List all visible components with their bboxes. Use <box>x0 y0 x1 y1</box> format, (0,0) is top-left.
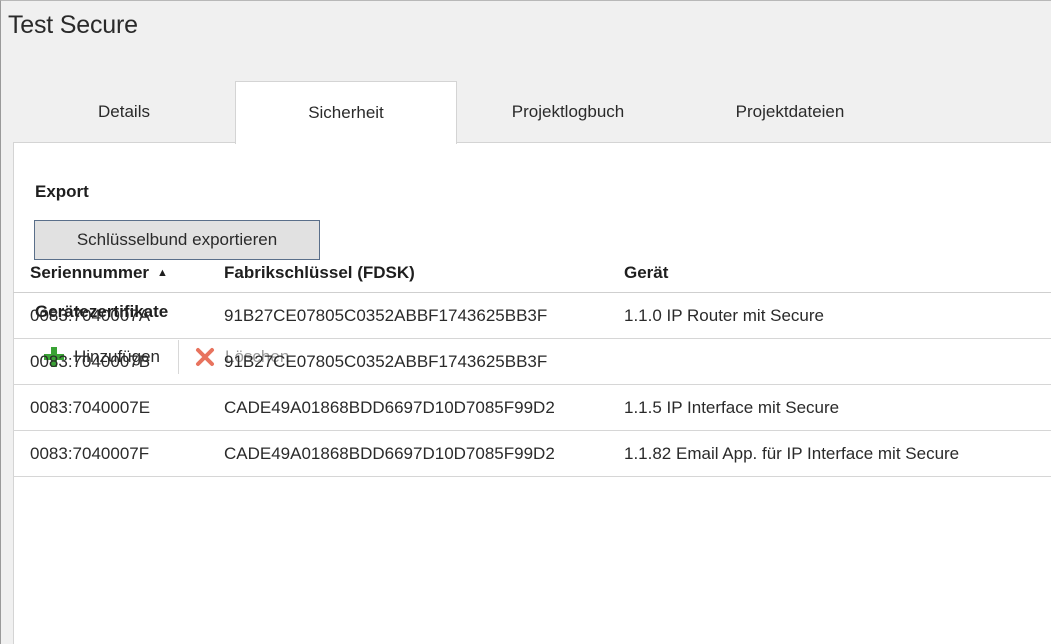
cell-device: 1.1.82 Email App. für IP Interface mit S… <box>624 444 960 463</box>
cell-device: 1.1.5 IP Interface mit Secure <box>624 398 840 417</box>
cell-serial: 0083:7040007A <box>30 306 151 325</box>
column-header-device[interactable]: Gerät <box>624 263 668 283</box>
cell-serial: 0083:7040007F <box>30 444 150 463</box>
table-row[interactable]: 0083:7040007F CADE49A01868BDD6697D10D708… <box>13 431 1051 477</box>
export-heading: Export <box>35 182 89 201</box>
cell-device: 1.1.0 IP Router mit Secure <box>624 306 825 325</box>
tab-bar: Details Sicherheit Projektlogbuch Projek… <box>13 81 1051 144</box>
tab-projektlogbuch[interactable]: Projektlogbuch <box>457 81 679 143</box>
cell-serial: 0083:7040007B <box>30 352 151 371</box>
column-header-serial[interactable]: Seriennummer ▲ <box>30 263 168 283</box>
cell-fdsk: 91B27CE07805C0352ABBF1743625BB3F <box>224 352 548 371</box>
tab-sicherheit[interactable]: Sicherheit <box>235 81 457 144</box>
cell-serial: 0083:7040007E <box>30 398 151 417</box>
export-keyring-button[interactable]: Schlüsselbund exportieren <box>34 220 320 260</box>
cell-fdsk: CADE49A01868BDD6697D10D7085F99D2 <box>224 398 555 417</box>
cell-fdsk: 91B27CE07805C0352ABBF1743625BB3F <box>224 306 548 325</box>
tab-projektdateien[interactable]: Projektdateien <box>679 81 901 143</box>
table-row[interactable]: 0083:7040007A 91B27CE07805C0352ABBF17436… <box>13 293 1051 339</box>
column-header-serial-label: Seriennummer <box>30 263 150 282</box>
window-title: Test Secure <box>8 11 138 39</box>
project-window: Test Secure Details Sicherheit Projektlo… <box>0 0 1051 644</box>
certificates-table: Seriennummer ▲ Fabrikschlüssel (FDSK) Ger… <box>13 255 1051 477</box>
sort-ascending-icon: ▲ <box>157 267 168 279</box>
table-row[interactable]: 0083:7040007E CADE49A01868BDD6697D10D708… <box>13 385 1051 431</box>
column-header-fdsk[interactable]: Fabrikschlüssel (FDSK) <box>224 263 415 283</box>
cell-fdsk: CADE49A01868BDD6697D10D7085F99D2 <box>224 444 555 463</box>
table-header: Seriennummer ▲ Fabrikschlüssel (FDSK) Ger… <box>13 255 1051 293</box>
tab-details[interactable]: Details <box>13 81 235 143</box>
table-row[interactable]: 0083:7040007B 91B27CE07805C0352ABBF17436… <box>13 339 1051 385</box>
